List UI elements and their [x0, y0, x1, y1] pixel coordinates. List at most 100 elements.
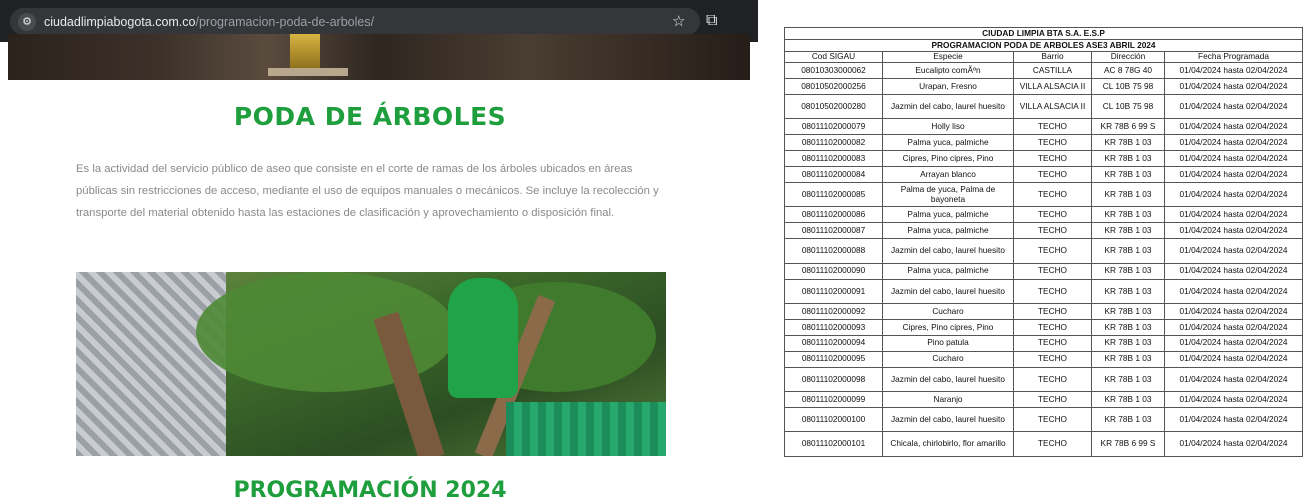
table-row: 08011102000086 Palma yuca, palmiche TECHO K… [784, 206, 1304, 224]
photo-worker [448, 278, 518, 398]
cell-barrio: TECHO [1013, 165, 1092, 183]
cell-especie: Urapan, Fresno [882, 77, 1014, 95]
cell-barrio: TECHO [1013, 206, 1092, 224]
photo-post [290, 34, 320, 70]
cell-fecha: 01/04/2024 hasta 02/04/2024 [1163, 222, 1304, 240]
table-row: 08011102000098 Jazmin del cabo, laurel hu… [784, 366, 1304, 393]
cell-fecha: 01/04/2024 hasta 02/04/2024 [1163, 334, 1304, 352]
cell-fecha: 01/04/2024 hasta 02/04/2024 [1163, 303, 1304, 320]
cell-cod-sigau: 08011102000099 [784, 391, 883, 408]
cell-cod-sigau: 08011102000094 [784, 334, 883, 352]
table-row: 08011102000101 Chicala, chirlobirlo, flor… [784, 431, 1304, 457]
cell-barrio: VILLA ALSACIA II [1013, 77, 1092, 95]
cell-cod-sigau: 08010502000280 [784, 93, 883, 120]
cell-especie: Palma yuca, palmiche [882, 134, 1014, 152]
cell-barrio: TECHO [1013, 134, 1092, 152]
column-header: Fecha Programada [1163, 51, 1304, 63]
cell-cod-sigau: 08011102000088 [784, 238, 883, 264]
table-row: 08011102000087 Palma yuca, palmiche TECHO K… [784, 222, 1304, 240]
photo-building-wall [76, 272, 226, 456]
cell-direccion: CL 10B 75 98 [1091, 77, 1165, 95]
schedule-table: CIUDAD LIMPIA BTA S.A. E.S.P PROGRAMACIO… [783, 27, 1304, 457]
table-row: 08011102000094 Pino patula TECHO KR 78B 1 0… [784, 334, 1304, 352]
table-title-row: PROGRAMACION PODA DE ARBOLES ASE3 ABRIL … [783, 39, 1304, 52]
cell-fecha: 01/04/2024 hasta 02/04/2024 [1163, 181, 1304, 208]
cell-direccion: KR 78B 1 03 [1091, 334, 1165, 352]
cell-especie: Palma yuca, palmiche [882, 222, 1014, 240]
table-row: 08011102000100 Jazmin del cabo, laurel hu… [784, 406, 1304, 433]
cell-especie: Palma yuca, palmiche [882, 262, 1014, 280]
url-path: /programacion-poda-de-arboles/ [195, 14, 375, 29]
table-row: 08011102000088 Jazmin del cabo, laurel hu… [784, 238, 1304, 264]
bookmark-star-icon[interactable]: ☆ [672, 12, 685, 30]
cell-especie: Naranjo [882, 391, 1014, 408]
cell-especie: Palma de yuca, Palma de bayoneta [882, 181, 1014, 208]
browser-window: ⚙ ciudadlimpiabogota.com.co /programacio… [0, 0, 758, 500]
cell-cod-sigau: 08011102000091 [784, 278, 883, 305]
tree-pruning-photo [76, 272, 666, 456]
cell-fecha: 01/04/2024 hasta 02/04/2024 [1163, 318, 1304, 336]
page-description: Es la actividad del servicio público de … [76, 163, 659, 219]
cell-barrio: TECHO [1013, 118, 1092, 136]
cell-fecha: 01/04/2024 hasta 02/04/2024 [1163, 93, 1304, 120]
puzzle-icon[interactable]: ⧉ [706, 10, 717, 30]
cell-direccion: AC 8 78G 40 [1091, 62, 1165, 79]
header-photo [8, 34, 750, 80]
cell-direccion: KR 78B 1 03 [1091, 150, 1165, 167]
cell-barrio: TECHO [1013, 431, 1092, 457]
cell-direccion: KR 78B 1 03 [1091, 391, 1165, 408]
cell-especie: Palma yuca, palmiche [882, 206, 1014, 224]
tune-icon[interactable]: ⚙ [18, 12, 36, 31]
table-row: 08011102000090 Palma yuca, palmiche TECHO K… [784, 262, 1304, 280]
cell-fecha: 01/04/2024 hasta 02/04/2024 [1163, 238, 1304, 264]
url-field[interactable]: ⚙ ciudadlimpiabogota.com.co /programacio… [10, 8, 700, 35]
cell-direccion: KR 78B 1 03 [1091, 318, 1165, 336]
cell-especie: Cucharo [882, 350, 1014, 368]
cell-barrio: TECHO [1013, 278, 1092, 305]
photo-curb [268, 68, 348, 76]
cell-especie: Arrayan blanco [882, 165, 1014, 183]
schedule-table-panel: CIUDAD LIMPIA BTA S.A. E.S.P PROGRAMACIO… [783, 27, 1304, 457]
cell-cod-sigau: 08011102000086 [784, 206, 883, 224]
cell-fecha: 01/04/2024 hasta 02/04/2024 [1163, 406, 1304, 433]
cell-cod-sigau: 08011102000087 [784, 222, 883, 240]
table-header-row: Cod SIGAU Especie Barrio Dirección Fecha… [784, 51, 1304, 63]
column-header: Dirección [1091, 51, 1165, 63]
section-title: PROGRAMACIÓN 2024 [233, 478, 507, 500]
cell-barrio: TECHO [1013, 334, 1092, 352]
table-row: 08011102000092 Cucharo TECHO KR 78B 1 03 01/… [784, 303, 1304, 320]
cell-direccion: KR 78B 1 03 [1091, 238, 1165, 264]
cell-cod-sigau: 08011102000098 [784, 366, 883, 393]
table-title: PROGRAMACION PODA DE ARBOLES ASE3 ABRIL … [783, 39, 1304, 52]
cell-cod-sigau: 08011102000101 [784, 431, 883, 457]
cell-cod-sigau: 08011102000093 [784, 318, 883, 336]
table-company-row: CIUDAD LIMPIA BTA S.A. E.S.P [783, 27, 1304, 40]
cell-fecha: 01/04/2024 hasta 02/04/2024 [1163, 118, 1304, 136]
cell-fecha: 01/04/2024 hasta 02/04/2024 [1163, 350, 1304, 368]
cell-cod-sigau: 08011102000095 [784, 350, 883, 368]
cell-direccion: KR 78B 1 03 [1091, 406, 1165, 433]
cell-barrio: TECHO [1013, 238, 1092, 264]
cell-fecha: 01/04/2024 hasta 02/04/2024 [1163, 206, 1304, 224]
cell-fecha: 01/04/2024 hasta 02/04/2024 [1163, 262, 1304, 280]
cell-especie: Jazmin del cabo, laurel huesito [882, 93, 1014, 120]
cell-especie: Cucharo [882, 303, 1014, 320]
cell-barrio: CASTILLA [1013, 62, 1092, 79]
cell-fecha: 01/04/2024 hasta 02/04/2024 [1163, 391, 1304, 408]
cell-fecha: 01/04/2024 hasta 02/04/2024 [1163, 366, 1304, 393]
page-title: PODA DE ÁRBOLES [233, 102, 507, 131]
cell-barrio: TECHO [1013, 303, 1092, 320]
cell-barrio: VILLA ALSACIA II [1013, 93, 1092, 120]
cell-especie: Cipres, Pino cipres, Pino [882, 318, 1014, 336]
url-domain: ciudadlimpiabogota.com.co [44, 14, 196, 29]
cell-cod-sigau: 08011102000100 [784, 406, 883, 433]
table-row: 08011102000083 Cipres, Pino cipres, Pino T… [784, 150, 1304, 167]
cell-direccion: KR 78B 1 03 [1091, 262, 1165, 280]
cell-fecha: 01/04/2024 hasta 02/04/2024 [1163, 62, 1304, 79]
cell-especie: Holly liso [882, 118, 1014, 136]
cell-especie: Jazmin del cabo, laurel huesito [882, 238, 1014, 264]
cell-fecha: 01/04/2024 hasta 02/04/2024 [1163, 165, 1304, 183]
cell-cod-sigau: 08011102000084 [784, 165, 883, 183]
cell-fecha: 01/04/2024 hasta 02/04/2024 [1163, 77, 1304, 95]
cell-direccion: KR 78B 6 99 S [1091, 431, 1165, 457]
